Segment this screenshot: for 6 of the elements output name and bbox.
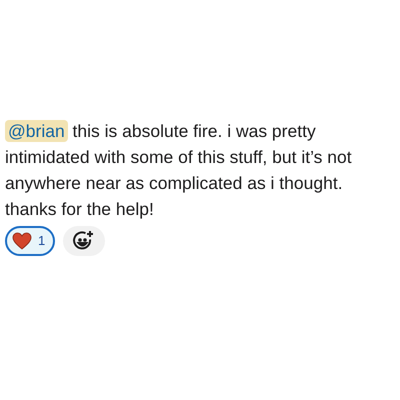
heart-icon xyxy=(12,232,32,250)
add-emoji-icon xyxy=(73,230,96,252)
mention-link[interactable]: @brian xyxy=(5,120,68,142)
reaction-button[interactable]: 1 xyxy=(5,226,56,256)
add-reaction-button[interactable] xyxy=(63,226,106,256)
message-text: @brian this is absolute fire. i was pretty intimidated with some of this stuff, but it’s not anywhere near as complicated as i thought. thanks for the help! xyxy=(5,119,353,221)
